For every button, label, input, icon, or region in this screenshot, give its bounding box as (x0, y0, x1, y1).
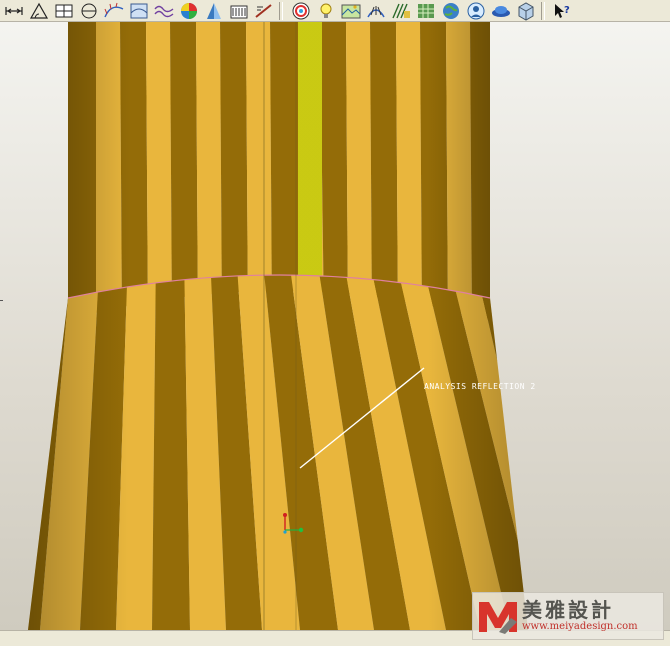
watermark-url: www.meiyadesign.com (522, 621, 638, 632)
distance-measure-icon (5, 6, 23, 15)
scene-button[interactable] (340, 1, 362, 21)
analysis-toolbar: ? (0, 0, 670, 22)
section-analysis-icon (130, 3, 148, 18)
scene-icon (341, 4, 361, 18)
dihedral-angle-button[interactable] (228, 1, 250, 21)
light-bulb-icon (320, 3, 332, 18)
draft-check-icon (207, 2, 221, 19)
dihedral-angle-icon (230, 5, 248, 18)
surface-mesh-button[interactable] (415, 1, 437, 21)
angle-measure-button[interactable] (28, 1, 50, 21)
light-bulb-button[interactable] (315, 1, 337, 21)
cad-window: ? ANALYSIS REFLECTION 2 美雅設計 www.meiyade… (0, 0, 670, 646)
cube-icon (518, 1, 534, 21)
color-wheel-button[interactable] (290, 1, 312, 21)
cube-button[interactable] (515, 1, 537, 21)
section-analysis-button[interactable] (128, 1, 150, 21)
viewport-tick (0, 300, 3, 301)
dish-button[interactable] (490, 1, 512, 21)
area-measure-button[interactable] (53, 1, 75, 21)
curvature-analysis-button[interactable] (103, 1, 125, 21)
toolbar-separator (541, 1, 545, 20)
reflection-analysis-button[interactable] (365, 1, 387, 21)
offset-curve-icon (154, 5, 174, 17)
gaussian-shade-icon (181, 2, 197, 19)
distance-measure-button[interactable] (3, 1, 25, 21)
curvature-analysis-icon (104, 2, 124, 17)
highlight-lines-button[interactable] (390, 1, 412, 21)
globe-button[interactable] (440, 1, 462, 21)
surface-mesh-icon (418, 3, 434, 18)
deviation-analysis-icon (255, 3, 272, 18)
area-measure-icon (55, 4, 73, 17)
watermark: 美雅設計 www.meiyadesign.com (472, 592, 664, 640)
graphics-viewport[interactable]: ANALYSIS REFLECTION 2 (0, 22, 670, 630)
watermark-title: 美雅設計 (522, 598, 614, 622)
angle-measure-icon (29, 2, 49, 19)
reflection-analysis-icon (367, 5, 385, 17)
globe-icon (443, 2, 459, 19)
meiya-logo (479, 602, 517, 634)
portrait-icon (467, 2, 485, 19)
color-wheel-icon (292, 2, 310, 19)
draft-check-button[interactable] (203, 1, 225, 21)
toolbar-separator (279, 1, 283, 20)
svg-text:?: ? (564, 5, 570, 16)
gaussian-shade-button[interactable] (178, 1, 200, 21)
whats-this-help-icon: ? (555, 3, 570, 18)
reflection-model (28, 22, 528, 630)
dish-icon (492, 5, 510, 17)
diameter-measure-icon (81, 3, 97, 18)
deviation-analysis-button[interactable] (253, 1, 275, 21)
highlight-lines-icon (392, 3, 410, 18)
diameter-measure-button[interactable] (78, 1, 100, 21)
offset-curve-button[interactable] (153, 1, 175, 21)
analysis-note-label[interactable]: ANALYSIS REFLECTION 2 (424, 382, 536, 391)
portrait-button[interactable] (465, 1, 487, 21)
whats-this-help-button[interactable]: ? (552, 1, 574, 21)
